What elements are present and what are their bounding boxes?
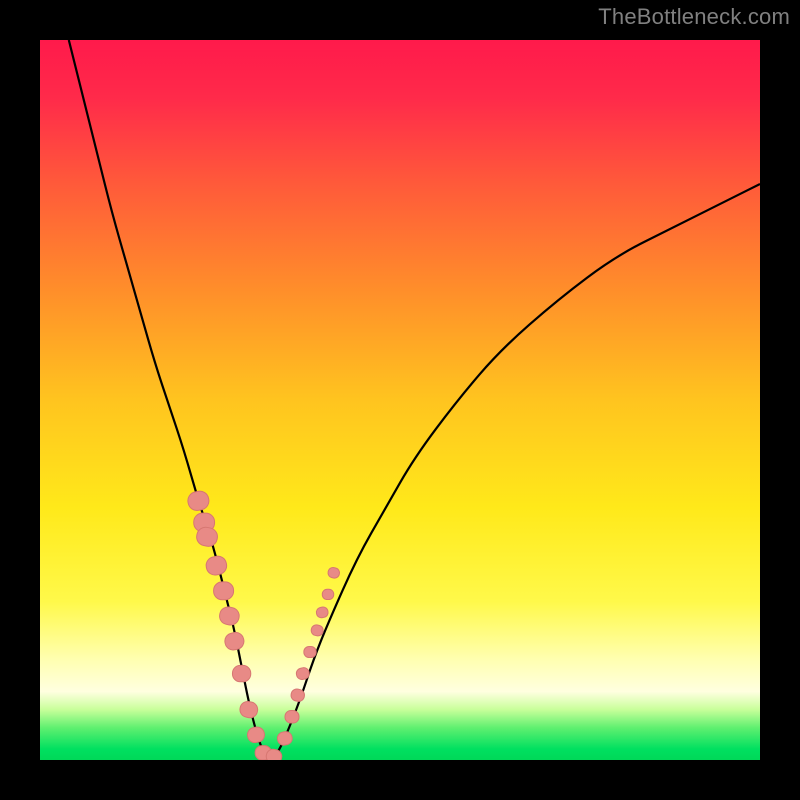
marker-point — [285, 711, 299, 724]
chart-stage: TheBottleneck.com — [0, 0, 800, 800]
chart-svg — [40, 40, 760, 760]
gradient-background — [40, 40, 760, 760]
marker-point — [214, 582, 234, 600]
marker-point — [232, 665, 250, 681]
marker-point — [322, 589, 333, 599]
watermark-text: TheBottleneck.com — [598, 4, 790, 30]
plot-area — [40, 40, 760, 760]
marker-point — [304, 646, 316, 657]
